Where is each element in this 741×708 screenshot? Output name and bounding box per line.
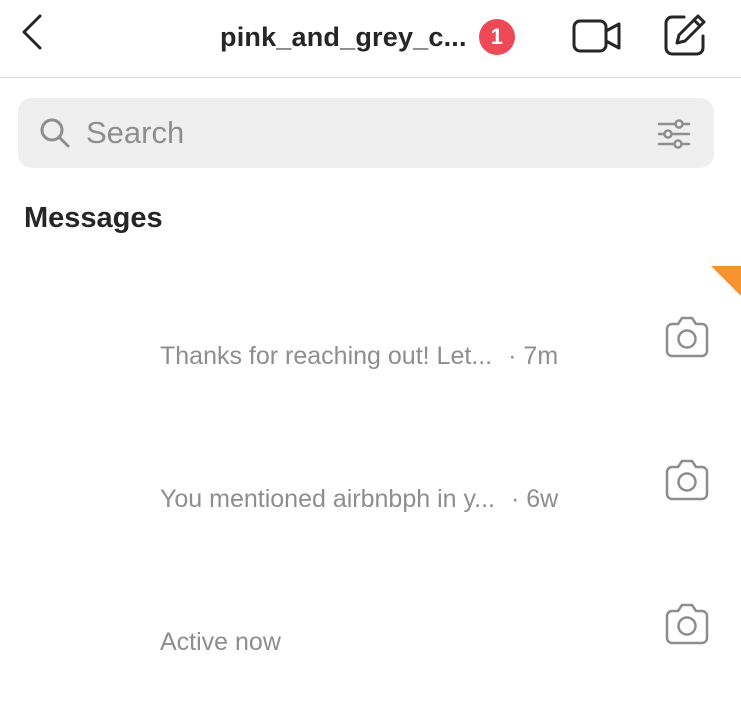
camera-button[interactable] <box>662 457 712 503</box>
thread-time: 7m <box>523 342 559 370</box>
video-call-button[interactable] <box>570 14 624 58</box>
thread-snippet: You mentioned airbnbph in y... · 6w <box>160 485 558 514</box>
message-thread-2[interactable]: You mentioned airbnbph in y... · 6w <box>0 435 741 565</box>
filter-sliders-icon <box>657 119 691 149</box>
camera-icon <box>665 316 709 358</box>
thread-snippet: Thanks for reaching out! Let... · 7m <box>160 342 558 371</box>
thread-snippet: Active now <box>160 628 281 657</box>
search-bar[interactable] <box>18 98 714 168</box>
video-camera-icon <box>572 19 621 53</box>
thread-separator: · <box>510 485 520 513</box>
back-button[interactable] <box>14 10 50 54</box>
new-message-button[interactable] <box>660 10 710 60</box>
thread-preview: You mentioned airbnbph in y... <box>160 485 495 513</box>
camera-icon <box>665 459 709 501</box>
thread-preview: Thanks for reaching out! Let... <box>160 342 493 370</box>
compose-icon <box>664 14 706 56</box>
thread-separator: · <box>508 342 517 370</box>
search-input[interactable] <box>86 108 626 158</box>
filter-button[interactable] <box>654 114 694 154</box>
message-thread-1[interactable]: Thanks for reaching out! Let... · 7m <box>0 290 741 420</box>
chevron-left-icon <box>22 14 42 50</box>
thread-status: Active now <box>160 628 281 656</box>
account-switcher[interactable]: pink_and_grey_c... 1 <box>220 17 515 57</box>
messages-heading: Messages <box>24 202 163 234</box>
notification-badge: 1 <box>478 19 515 55</box>
search-icon <box>40 118 70 148</box>
thread-time: 6w <box>526 485 559 513</box>
camera-button[interactable] <box>662 314 712 360</box>
camera-button[interactable] <box>662 601 712 647</box>
account-title: pink_and_grey_c... <box>220 21 467 52</box>
message-thread-3[interactable]: Active now <box>0 578 741 708</box>
top-bar: pink_and_grey_c... 1 <box>0 0 741 78</box>
camera-icon <box>665 603 709 645</box>
